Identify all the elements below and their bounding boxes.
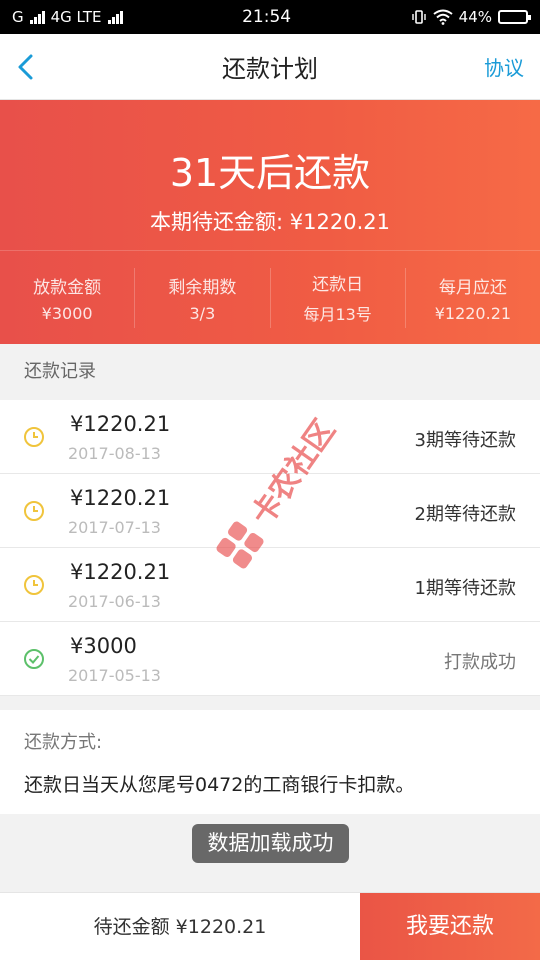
stat-monthly-payment: 每月应还 ¥1220.21 <box>406 268 540 328</box>
record-row[interactable]: ¥1220.21 2017-07-13 2期等待还款 <box>0 474 540 548</box>
record-amount: ¥1220.21 <box>70 486 171 510</box>
record-date: 2017-05-13 <box>68 666 161 685</box>
clock-icon <box>24 575 44 595</box>
record-status: 2期等待还款 <box>414 504 516 525</box>
signal-icon-2 <box>107 10 123 24</box>
wifi-icon <box>433 9 453 25</box>
stat-value: 3/3 <box>189 303 216 323</box>
record-row[interactable]: ¥1220.21 2017-06-13 1期等待还款 <box>0 548 540 622</box>
record-status: 3期等待还款 <box>414 430 516 451</box>
countdown-title: 31天后还款 <box>169 151 371 195</box>
bottom-bar: 待还金额 ¥1220.21 我要还款 <box>0 892 540 960</box>
stat-remaining-periods: 剩余期数 3/3 <box>135 267 271 328</box>
agreement-link[interactable]: 协议 <box>484 52 524 81</box>
record-date: 2017-08-13 <box>68 444 161 463</box>
status-left: G 4G LTE <box>12 8 123 26</box>
record-amount: ¥3000 <box>70 634 137 658</box>
repayment-summary: 31天后还款 本期待还金额: ¥1220.21 放款金额 ¥3000 剩余期数 … <box>0 100 540 344</box>
battery-percent: 44% <box>458 8 492 26</box>
stat-label: 还款日 <box>312 275 364 295</box>
status-right: 44% <box>411 8 531 26</box>
record-date: 2017-06-13 <box>68 592 161 611</box>
method-text: 还款日当天从您尾号0472的工商银行卡扣款。 <box>24 774 415 796</box>
stat-repayment-day: 还款日 每月13号 <box>271 267 406 328</box>
record-status: 打款成功 <box>444 652 516 673</box>
record-row[interactable]: ¥3000 2017-05-13 打款成功 <box>0 622 540 696</box>
pending-amount: 待还金额 ¥1220.21 <box>93 916 267 938</box>
page-title: 还款计划 <box>222 55 318 83</box>
toast-message: 数据加载成功 <box>192 824 349 863</box>
record-amount: ¥1220.21 <box>70 412 171 436</box>
status-time: 21:54 <box>242 7 292 27</box>
stat-loan-amount: 放款金额 ¥3000 <box>0 267 136 328</box>
stat-value: 每月13号 <box>303 305 372 324</box>
check-circle-icon <box>24 649 44 669</box>
status-bar: G 4G LTE 21:54 44% <box>0 0 540 34</box>
record-status: 1期等待还款 <box>414 578 516 599</box>
repayment-records: ¥1220.21 2017-08-13 3期等待还款 ¥1220.21 2017… <box>0 400 540 696</box>
repay-button[interactable]: 我要还款 <box>360 893 540 960</box>
record-date: 2017-07-13 <box>68 518 161 537</box>
method-label: 还款方式: <box>24 732 103 753</box>
loan-stats: 放款金额 ¥3000 剩余期数 3/3 还款日 每月13号 每月应还 ¥1220… <box>0 250 540 344</box>
record-row[interactable]: ¥1220.21 2017-08-13 3期等待还款 <box>0 400 540 474</box>
record-amount: ¥1220.21 <box>70 560 171 584</box>
stat-value: ¥1220.21 <box>434 303 512 323</box>
stat-label: 放款金额 <box>33 277 102 298</box>
battery-icon <box>498 10 531 24</box>
back-arrow-icon[interactable] <box>12 50 42 84</box>
signal-icon <box>29 10 45 24</box>
network-label: 4G LTE <box>50 8 102 26</box>
nav-bar: 还款计划 协议 <box>0 34 540 100</box>
due-amount: 本期待还金额: ¥1220.21 <box>150 210 390 234</box>
repayment-method: 还款方式: 还款日当天从您尾号0472的工商银行卡扣款。 <box>0 710 540 814</box>
stat-value: ¥3000 <box>41 303 93 323</box>
carrier-label: G <box>12 8 24 26</box>
records-section-title: 还款记录 <box>0 344 540 400</box>
stat-label: 剩余期数 <box>168 277 237 298</box>
clock-icon <box>24 501 44 521</box>
clock-icon <box>24 427 44 447</box>
vibrate-icon <box>411 10 426 24</box>
stat-label: 每月应还 <box>438 277 507 298</box>
